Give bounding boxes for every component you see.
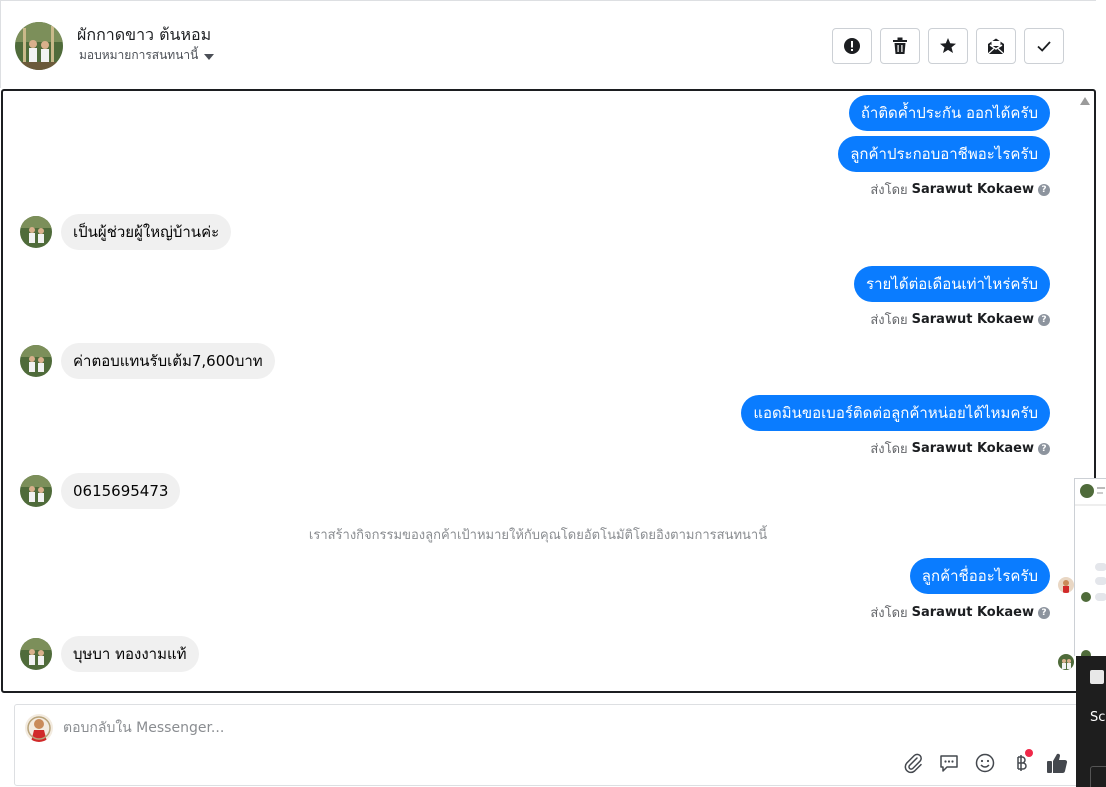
chevron-down-icon [204,53,215,60]
sent-by-label: ส่งโดย Sarawut Kokaew ? [870,309,1050,330]
notification-dot [1025,749,1033,757]
reply-composer [14,704,1084,786]
help-icon[interactable]: ? [1038,183,1050,196]
sender-name[interactable]: Sarawut Kokaew [912,605,1034,620]
composer-tools [901,749,1069,775]
help-icon[interactable]: ? [1038,606,1050,619]
header-actions [832,28,1064,64]
incoming-message[interactable]: เป็นผู้ช่วยผู้ใหญ่บ้านค่ะ [61,214,232,250]
help-icon[interactable]: ? [1038,442,1050,455]
sent-by-prefix: ส่งโดย [870,442,908,457]
read-receipt-avatar [1058,654,1074,670]
mark-spam-button[interactable] [832,28,872,64]
smiley-icon [975,753,995,773]
incoming-message[interactable]: ค่าตอบแทนรับเต้ม7,600บาท [61,343,275,379]
thumbs-up-icon [1047,753,1068,774]
trash-icon [893,37,907,54]
sender-name[interactable]: Sarawut Kokaew [912,312,1034,327]
contact-avatar-small[interactable] [20,638,52,670]
assign-label: มอบหมายการสนทนานี้ [79,48,199,62]
notification-button[interactable] [1090,766,1106,787]
reply-input[interactable] [63,717,963,739]
contact-avatar-small[interactable] [20,475,52,507]
delete-button[interactable] [880,28,920,64]
sent-by-label: ส่งโดย Sarawut Kokaew ? [870,602,1050,623]
star-icon [940,38,956,53]
outgoing-message[interactable]: ลูกค้าประกอบอาชีพอะไรครับ [838,136,1050,172]
assign-conversation-dropdown[interactable]: มอบหมายการสนทนานี้ [79,46,215,65]
payment-button[interactable] [1009,749,1033,775]
sender-name[interactable]: Sarawut Kokaew [912,182,1034,197]
star-button[interactable] [928,28,968,64]
emoji-button[interactable] [973,751,997,775]
sent-by-prefix: ส่งโดย [870,313,908,328]
envelope-icon [987,38,1005,55]
outgoing-message[interactable]: ถ้าติดค้ำประกัน ออกได้ครับ [848,95,1050,131]
side-window-thumbnail[interactable] [1074,478,1106,656]
notification-text: Scr Au [1090,710,1106,725]
paperclip-icon [904,753,922,774]
outgoing-message[interactable]: ลูกค้าชื่ออะไรครับ [909,558,1050,594]
scroll-up-arrow[interactable] [1080,97,1090,105]
sent-by-label: ส่งโดย Sarawut Kokaew ? [870,438,1050,459]
mark-done-button[interactable] [1024,28,1064,64]
incoming-message[interactable]: บุษบา ทองงามแท้ [61,636,199,672]
sent-by-prefix: ส่งโดย [870,183,908,198]
alert-icon [844,38,860,54]
chat-bubble-icon [940,755,958,772]
check-icon [1037,41,1051,52]
incoming-message-row: ค่าตอบแทนรับเต้ม7,600บาท [20,343,275,379]
outgoing-message[interactable]: แอดมินขอเบอร์ติดต่อลูกค้าหน่อยได้ไหมครับ [741,395,1050,431]
contact-avatar-small[interactable] [20,345,52,377]
conversation-header: ผักกาดขาว ต้นหอม มอบหมายการสนทนานี้ [0,0,1096,88]
contact-name[interactable]: ผักกาดขาว ต้นหอม [77,23,211,48]
contact-avatar[interactable] [15,22,63,70]
contact-avatar-small[interactable] [20,216,52,248]
saved-replies-button[interactable] [937,751,961,775]
like-button[interactable] [1045,751,1069,775]
system-message: เราสร้างกิจกรรมของลูกค้าเป้าหมายให้กับคุ… [308,528,768,543]
message-thread[interactable]: ถ้าติดค้ำประกัน ออกได้ครับ ลูกค้าประกอบอ… [1,89,1096,693]
app-icon [1090,670,1104,684]
incoming-message-row: 0615695473 [20,473,181,509]
sender-name[interactable]: Sarawut Kokaew [912,441,1034,456]
sent-by-label: ส่งโดย Sarawut Kokaew ? [870,179,1050,200]
inbox-conversation-view: ผักกาดขาว ต้นหอม มอบหมายการสนทนานี้ ถ้าต… [0,0,1106,787]
sent-by-prefix: ส่งโดย [870,606,908,621]
attach-button[interactable] [901,751,925,775]
incoming-message[interactable]: 0615695473 [61,473,181,509]
side-notification-panel[interactable]: Scr Au [1076,656,1106,787]
read-receipt-avatar [1058,577,1074,593]
mark-unread-button[interactable] [976,28,1016,64]
incoming-message-row: เป็นผู้ช่วยผู้ใหญ่บ้านค่ะ [20,214,232,250]
incoming-message-row: บุษบา ทองงามแท้ [20,636,199,672]
help-icon[interactable]: ? [1038,313,1050,326]
outgoing-message[interactable]: รายได้ต่อเดือนเท่าไหร่ครับ [854,266,1050,302]
page-avatar [25,714,53,742]
